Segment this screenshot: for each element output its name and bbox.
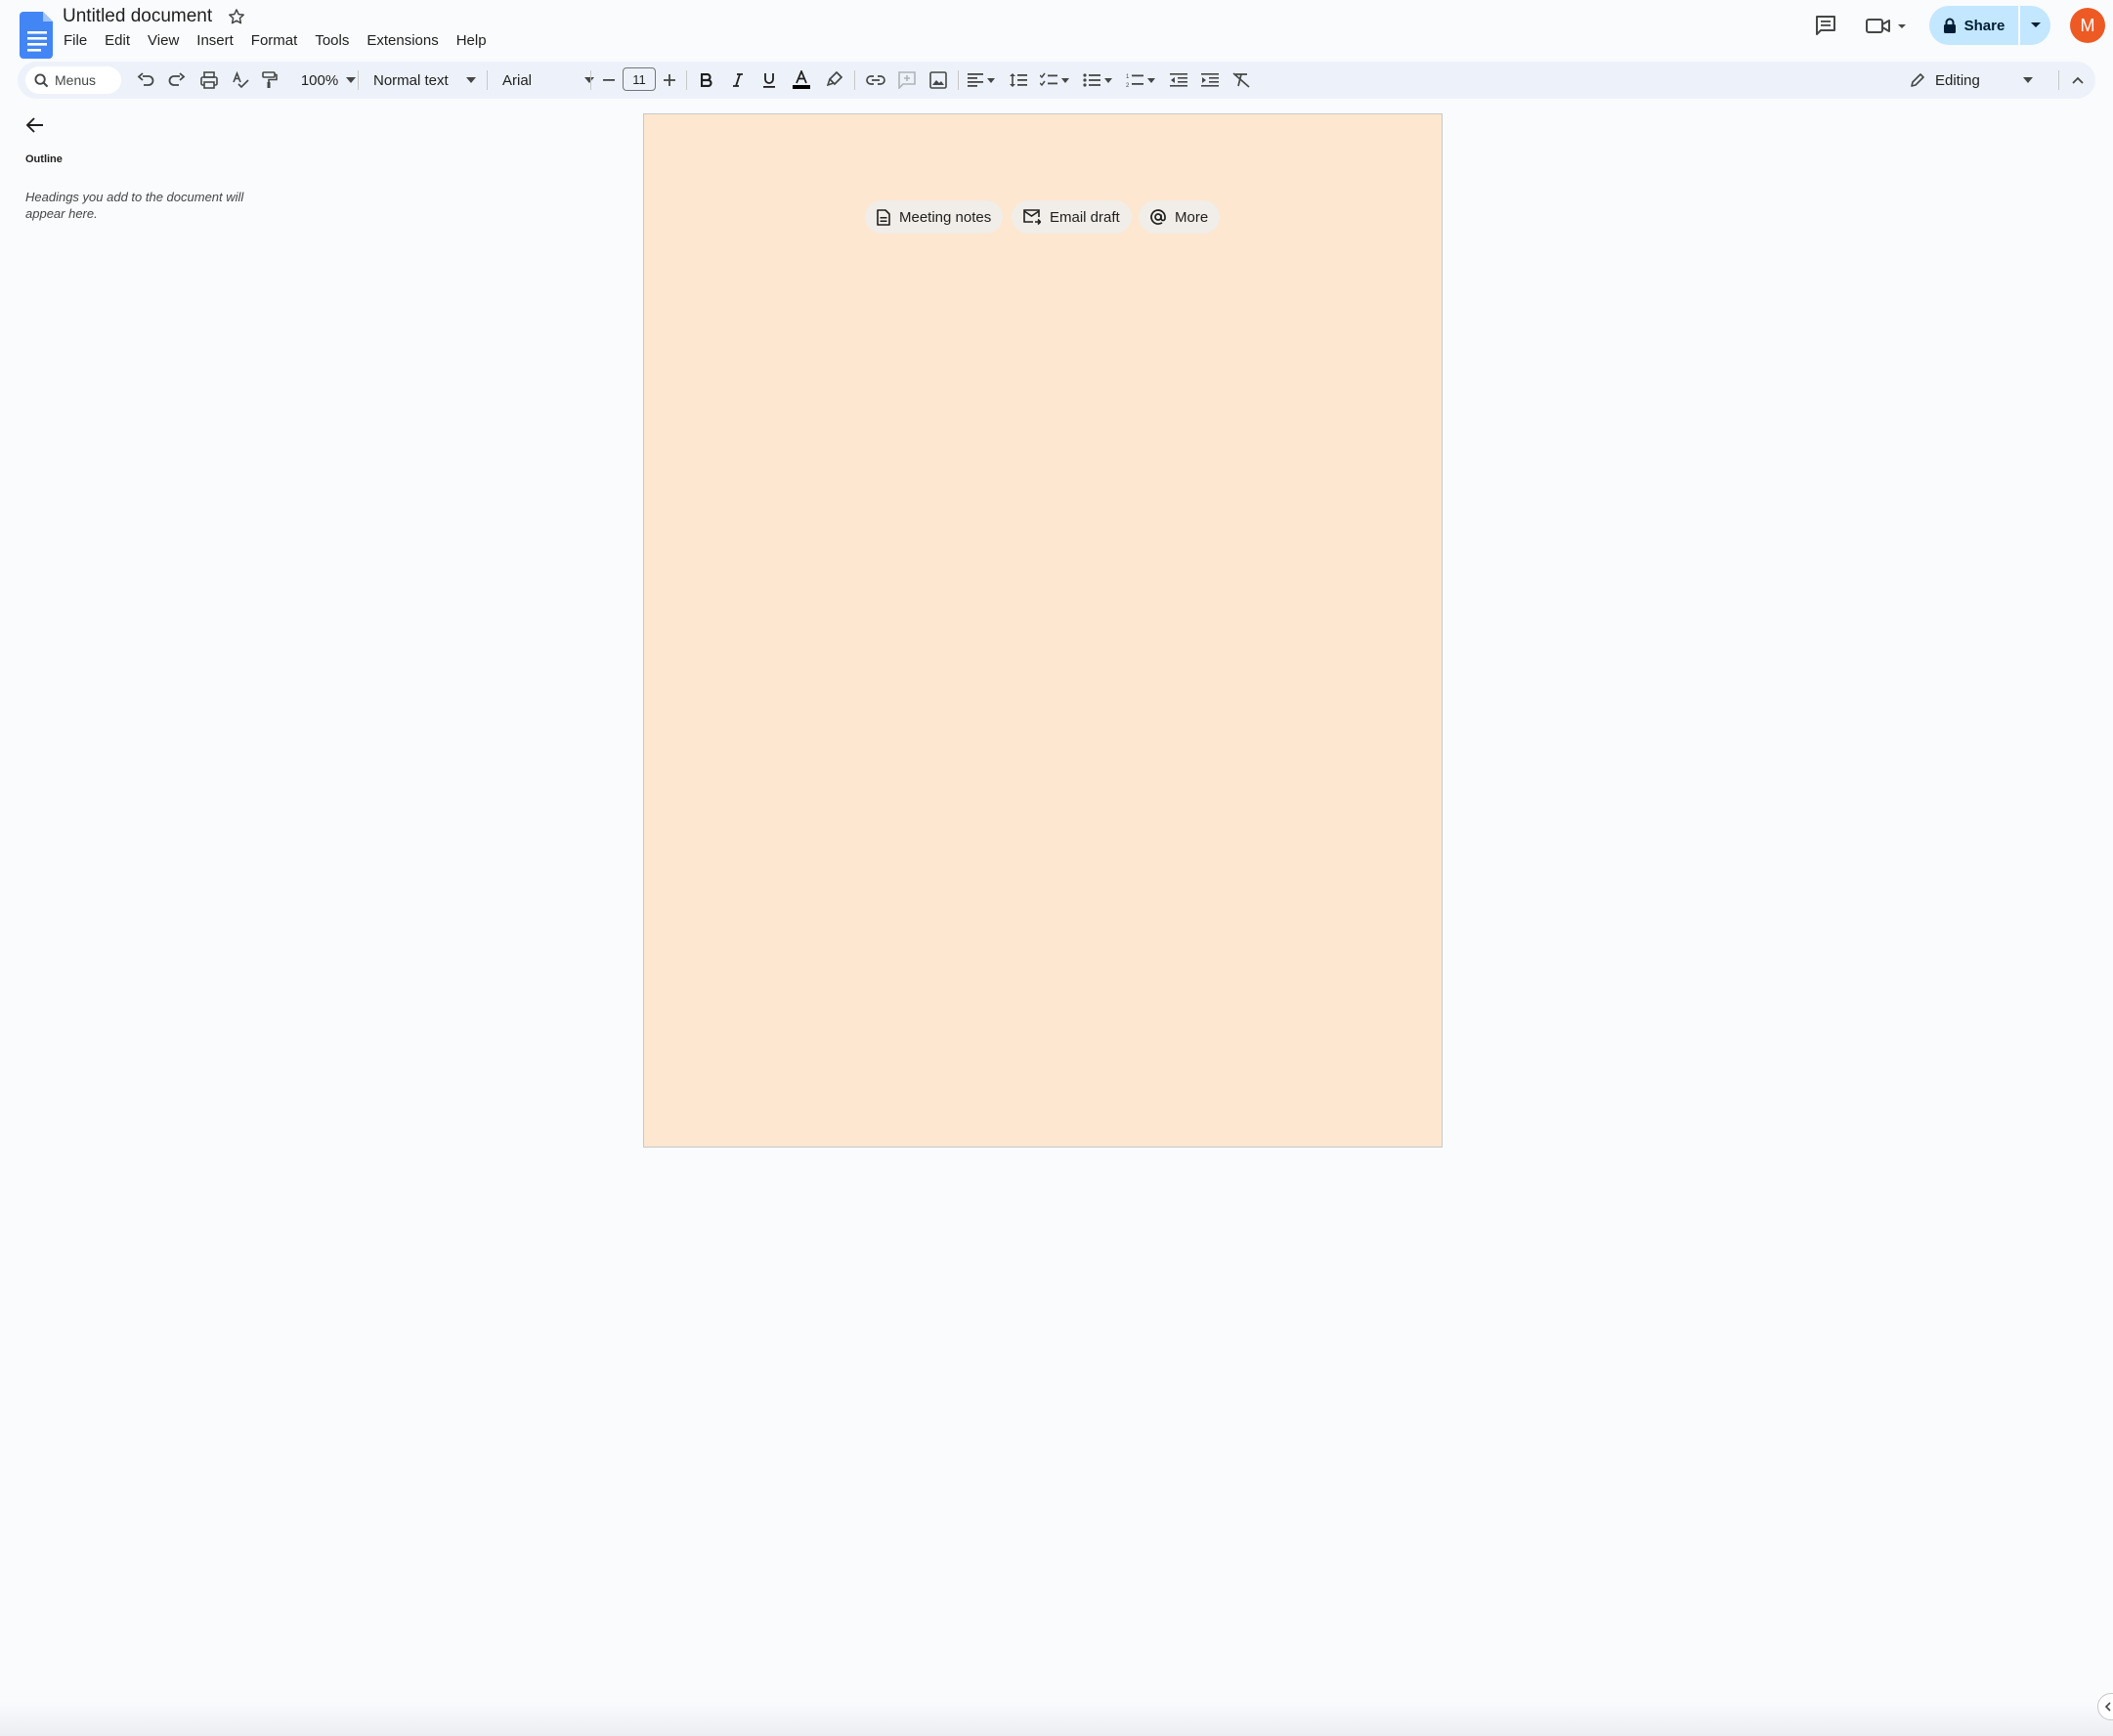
paragraph-style-value: Normal text bbox=[373, 71, 449, 89]
checklist-icon[interactable] bbox=[1036, 62, 1073, 99]
underline-icon[interactable] bbox=[756, 62, 782, 99]
document-page[interactable]: Meeting notes Email draft More bbox=[643, 113, 1443, 1148]
meeting-notes-chip[interactable]: Meeting notes bbox=[865, 200, 1004, 234]
chevron-down-icon bbox=[2022, 77, 2033, 83]
chevron-down-icon bbox=[346, 77, 357, 83]
line-spacing-icon[interactable] bbox=[1005, 62, 1032, 99]
docs-logo-icon[interactable] bbox=[20, 12, 55, 59]
menu-tools[interactable]: Tools bbox=[306, 29, 358, 53]
numbered-list-icon[interactable]: 12 bbox=[1122, 62, 1159, 99]
back-arrow-icon[interactable] bbox=[23, 113, 47, 137]
meet-icon[interactable] bbox=[1861, 12, 1912, 39]
link-icon[interactable] bbox=[862, 62, 889, 99]
align-icon[interactable] bbox=[964, 62, 999, 99]
share-dropdown-button[interactable] bbox=[2020, 6, 2050, 45]
decrease-indent-icon[interactable] bbox=[1165, 62, 1192, 99]
font-family-select[interactable]: Arial bbox=[495, 62, 602, 99]
comments-icon[interactable] bbox=[1810, 12, 1841, 39]
increase-font-size-button[interactable] bbox=[659, 62, 680, 99]
italic-icon[interactable] bbox=[725, 62, 751, 99]
share-button[interactable]: Share bbox=[1929, 6, 2018, 45]
menu-bar: File Edit View Insert Format Tools Exten… bbox=[55, 29, 496, 53]
highlight-icon[interactable] bbox=[821, 62, 848, 99]
paint-format-icon[interactable] bbox=[256, 62, 283, 99]
lock-icon bbox=[1943, 18, 1957, 33]
font-size-input[interactable]: 11 bbox=[623, 67, 656, 91]
formatting-toolbar: Menus 100% Normal text Arial 11 12 Editi… bbox=[18, 62, 2095, 99]
email-icon bbox=[1023, 209, 1041, 225]
bold-icon[interactable] bbox=[694, 62, 719, 99]
chevron-down-icon bbox=[465, 77, 476, 83]
undo-icon[interactable] bbox=[133, 62, 158, 99]
menus-search[interactable]: Menus bbox=[25, 66, 121, 94]
font-family-value: Arial bbox=[502, 71, 533, 89]
email-draft-label: Email draft bbox=[1050, 208, 1120, 226]
menu-file[interactable]: File bbox=[55, 29, 96, 53]
menu-format[interactable]: Format bbox=[242, 29, 307, 53]
menu-edit[interactable]: Edit bbox=[96, 29, 139, 53]
pencil-icon bbox=[1911, 73, 1924, 87]
text-color-icon[interactable] bbox=[788, 62, 815, 99]
more-chip[interactable]: More bbox=[1139, 200, 1221, 234]
print-icon[interactable] bbox=[195, 62, 223, 99]
chevron-left-icon bbox=[2104, 1702, 2111, 1712]
redo-icon[interactable] bbox=[164, 62, 190, 99]
outline-hint: Headings you add to the document will ap… bbox=[25, 190, 244, 221]
bulleted-list-icon[interactable] bbox=[1079, 62, 1116, 99]
decrease-font-size-button[interactable] bbox=[598, 62, 620, 99]
zoom-value: 100% bbox=[300, 71, 339, 89]
editing-mode-select[interactable]: Editing bbox=[1908, 62, 2035, 99]
avatar[interactable]: M bbox=[2070, 8, 2105, 43]
at-icon bbox=[1150, 209, 1166, 225]
clear-formatting-icon[interactable] bbox=[1228, 62, 1255, 99]
menu-view[interactable]: View bbox=[139, 29, 188, 53]
meeting-notes-label: Meeting notes bbox=[899, 208, 992, 226]
svg-text:2: 2 bbox=[1126, 83, 1130, 88]
more-label: More bbox=[1175, 208, 1209, 226]
paragraph-style-select[interactable]: Normal text bbox=[366, 62, 495, 99]
svg-text:1: 1 bbox=[1126, 74, 1130, 80]
spellcheck-icon[interactable] bbox=[227, 62, 254, 99]
add-comment-icon[interactable] bbox=[893, 62, 921, 99]
collapse-icon[interactable] bbox=[2066, 62, 2090, 99]
increase-indent-icon[interactable] bbox=[1196, 62, 1224, 99]
editing-mode-value: Editing bbox=[1935, 71, 1980, 89]
document-icon bbox=[877, 208, 890, 226]
image-icon[interactable] bbox=[925, 62, 952, 99]
email-draft-chip[interactable]: Email draft bbox=[1012, 200, 1132, 234]
search-icon bbox=[34, 72, 49, 88]
menu-extensions[interactable]: Extensions bbox=[358, 29, 447, 53]
bottom-edge bbox=[0, 1701, 2113, 1736]
document-title[interactable]: Untitled document bbox=[61, 4, 214, 29]
chevron-down-icon bbox=[2030, 22, 2041, 27]
menu-help[interactable]: Help bbox=[448, 29, 496, 53]
menus-search-label: Menus bbox=[55, 72, 97, 88]
outline-title: Outline bbox=[25, 153, 63, 165]
share-label: Share bbox=[1963, 17, 2005, 34]
star-icon[interactable] bbox=[227, 7, 246, 26]
menu-insert[interactable]: Insert bbox=[188, 29, 242, 53]
